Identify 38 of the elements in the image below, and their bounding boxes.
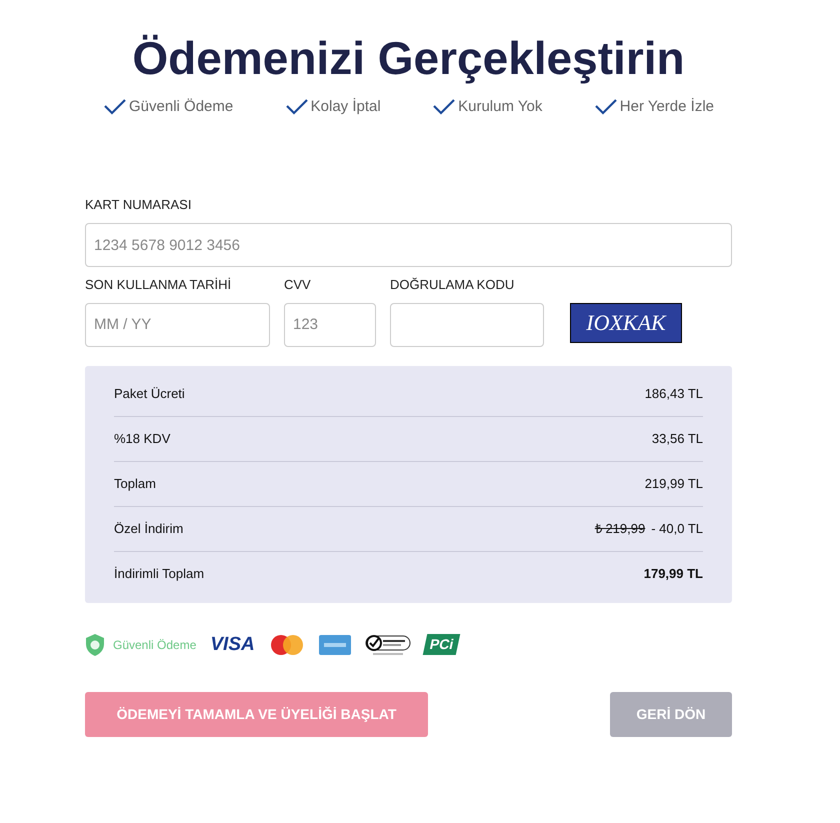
old-price: ₺ 219,99 <box>594 520 646 538</box>
complete-payment-button[interactable]: ÖDEMEYİ TAMAMLA VE ÜYELİĞİ BAŞLAT <box>85 692 428 737</box>
shield-icon <box>85 632 105 657</box>
input-field[interactable]: MM / YY <box>85 302 270 346</box>
feature-label: Kolay İptal <box>310 97 381 117</box>
summary-value: 186,43 TL <box>644 384 703 403</box>
check-icon <box>594 98 618 116</box>
field-label: SON KULLANMA TARİHİ <box>85 276 232 294</box>
summary-value: 179,99 TL <box>644 565 703 584</box>
summary-value: - 40,0 TL <box>651 520 703 538</box>
summary-label: Toplam <box>114 474 156 493</box>
pci-logo: PCi <box>422 634 460 656</box>
field-label: DOĞRULAMA KODU <box>390 276 516 294</box>
input-field[interactable]: 1234 5678 9012 3456 <box>85 223 732 267</box>
feature-label: Kurulum Yok <box>458 97 542 117</box>
summary-label: Paket Ücreti <box>114 384 185 403</box>
summary-label: %18 KDV <box>114 430 170 448</box>
input-field[interactable] <box>390 302 544 346</box>
summary-label: İndirimli Toplam <box>114 565 204 584</box>
feature-label: Güvenli Ödeme <box>129 97 234 117</box>
seal-icon <box>364 632 411 657</box>
summary-value: 219,99 TL <box>644 474 703 493</box>
card-logo-icon <box>318 634 351 655</box>
secure-payment-label: Güvenli Ödeme <box>113 636 196 654</box>
card-logo-icon <box>268 634 305 656</box>
check-icon <box>432 98 456 116</box>
summary-label: Özel İndirim <box>114 520 184 538</box>
input-field[interactable]: 123 <box>284 302 376 346</box>
back-button[interactable]: GERİ DÖN <box>610 692 732 737</box>
captcha-image: IOXKAK <box>570 302 682 342</box>
summary-value: 33,56 TL <box>652 430 703 448</box>
feature-label: Her Yerde İzle <box>620 97 714 117</box>
field-label: CVV <box>284 276 312 294</box>
check-icon <box>103 98 127 116</box>
field-label: KART NUMARASI <box>85 196 192 214</box>
page-title: Ödemenizi Gerçekleştirin <box>131 31 686 86</box>
check-icon <box>284 98 309 116</box>
visa-logo: VISA <box>210 632 255 656</box>
